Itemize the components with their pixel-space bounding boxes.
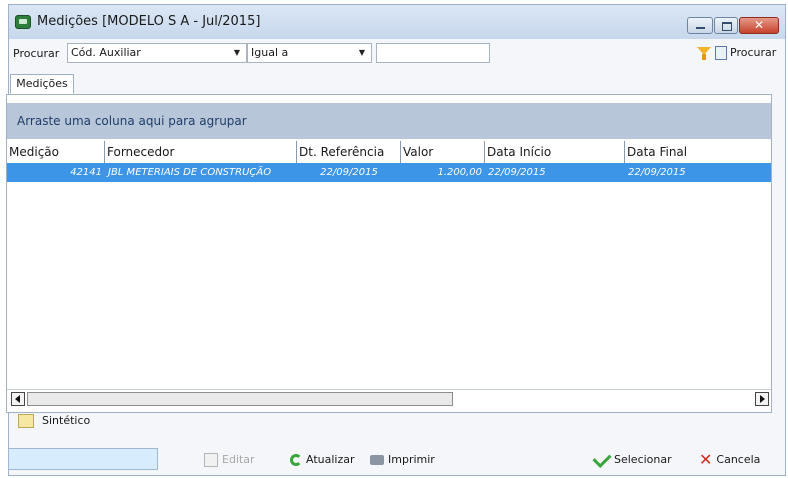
sintetico-label: Sintético: [42, 414, 91, 427]
scrollbar-thumb[interactable]: [27, 392, 453, 406]
print-button-label: Imprimir: [388, 453, 435, 466]
refresh-icon: [290, 454, 302, 466]
column-header-data-final[interactable]: Data Final: [625, 141, 771, 163]
search-condition-select[interactable]: Igual a ▼: [247, 43, 372, 63]
cell-data-inicio: 22/09/2015: [488, 167, 546, 178]
edit-button-label: Editar: [222, 453, 255, 466]
group-by-hint: Arraste uma coluna aqui para agrupar: [17, 114, 247, 128]
cancel-icon: ✕: [699, 450, 713, 469]
window-title: Medições [MODELO S A - Jul/2015]: [37, 14, 261, 29]
column-header-dt-referencia[interactable]: Dt. Referência: [297, 141, 401, 163]
edit-icon: [204, 453, 218, 467]
search-doc-icon: [715, 46, 727, 60]
search-input[interactable]: [376, 43, 490, 63]
group-by-panel[interactable]: Arraste uma coluna aqui para agrupar: [7, 103, 771, 139]
edit-button[interactable]: Editar: [204, 450, 255, 470]
cancel-button[interactable]: ✕ Cancela: [699, 450, 760, 470]
horizontal-scrollbar[interactable]: [7, 389, 771, 408]
chevron-down-icon[interactable]: ▼: [359, 44, 365, 62]
print-icon: [370, 455, 384, 465]
cell-fornecedor: JBL METERIAIS DE CONSTRUÇÃO: [108, 167, 272, 178]
filter-icon[interactable]: [697, 47, 711, 60]
sintetico-color-swatch[interactable]: [18, 414, 34, 428]
action-bar: Editar Atualizar Imprimir Selecionar ✕ Ca…: [8, 446, 786, 474]
search-button[interactable]: Procurar: [715, 43, 776, 63]
cell-medicao: 42141: [70, 167, 102, 178]
column-header-valor[interactable]: Valor: [401, 141, 485, 163]
cancel-button-label: Cancela: [716, 453, 761, 466]
maximize-icon[interactable]: [714, 17, 738, 34]
app-icon: [15, 15, 31, 29]
close-icon[interactable]: ✕: [739, 17, 779, 34]
table-row[interactable]: 42141 JBL METERIAIS DE CONSTRUÇÃO 22/09/…: [7, 163, 771, 182]
cell-dt-referencia: 22/09/2015: [320, 167, 378, 178]
refresh-button[interactable]: Atualizar: [290, 450, 355, 470]
tab-strip: Medições: [6, 74, 772, 95]
search-bar: Procurar Cód. Auxiliar ▼ Igual a ▼ Procu…: [9, 39, 785, 65]
medicoes-panel: Arraste uma coluna aqui para agrupar Med…: [6, 95, 772, 413]
select-button-label: Selecionar: [614, 453, 672, 466]
column-header-data-inicio[interactable]: Data Início: [485, 141, 625, 163]
search-field-select[interactable]: Cód. Auxiliar ▼: [67, 43, 247, 63]
select-button[interactable]: Selecionar: [592, 448, 672, 470]
status-field: [8, 448, 158, 470]
cell-data-final: 22/09/2015: [628, 167, 686, 178]
title-bar: Medições [MODELO S A - Jul/2015] ✕: [9, 5, 785, 39]
search-button-label: Procurar: [730, 46, 777, 59]
cell-valor: 1.200,00: [437, 167, 482, 178]
scroll-left-icon[interactable]: [11, 392, 25, 406]
column-header-fornecedor[interactable]: Fornecedor: [105, 141, 297, 163]
search-condition-value: Igual a: [251, 46, 289, 59]
scroll-right-icon[interactable]: [755, 392, 769, 406]
tab-medicoes[interactable]: Medições: [10, 74, 74, 94]
check-icon: [592, 448, 612, 468]
minimize-icon[interactable]: [687, 17, 713, 34]
print-button[interactable]: Imprimir: [370, 450, 435, 470]
refresh-button-label: Atualizar: [306, 453, 355, 466]
column-header-medicao[interactable]: Medição: [7, 141, 105, 163]
search-label: Procurar: [13, 47, 60, 60]
grid-header: Medição Fornecedor Dt. Referência Valor …: [7, 141, 771, 164]
search-field-value: Cód. Auxiliar: [71, 46, 141, 59]
chevron-down-icon[interactable]: ▼: [234, 44, 240, 62]
